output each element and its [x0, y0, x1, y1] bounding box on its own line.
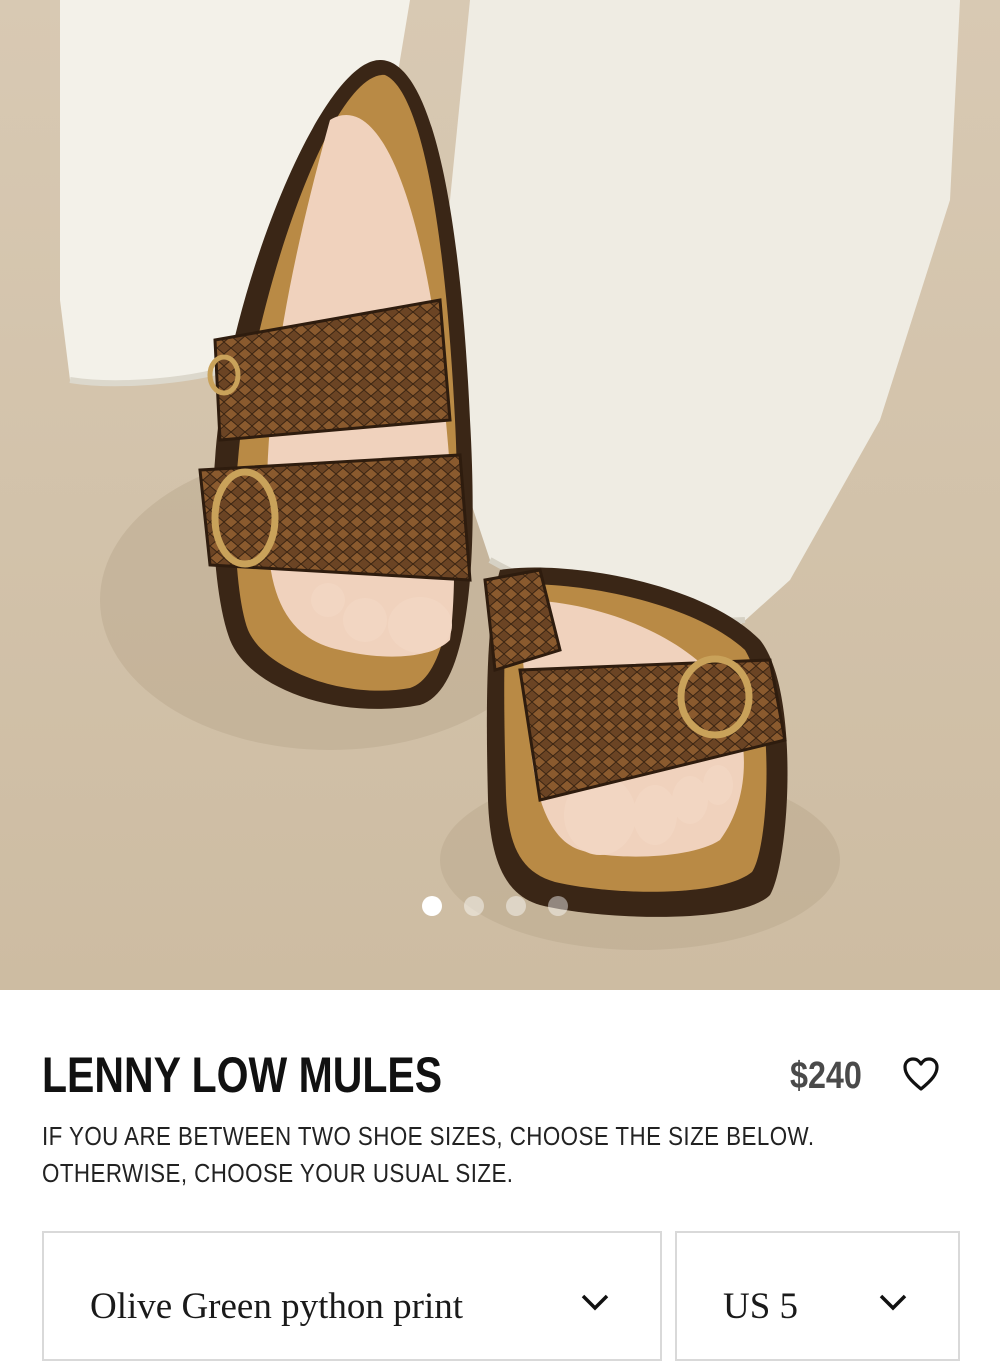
gallery-pagination: [422, 896, 568, 918]
size-guidance-note: IF YOU ARE BETWEEN TWO SHOE SIZES, CHOOS…: [42, 1121, 815, 1188]
color-select[interactable]: Olive Green python print: [42, 1231, 662, 1361]
color-select-value: Olive Green python print: [90, 1286, 463, 1327]
product-price: $240: [790, 1055, 862, 1097]
gallery-dot-4[interactable]: [548, 896, 568, 916]
heart-icon[interactable]: [902, 1056, 940, 1092]
gallery-dot-3[interactable]: [506, 896, 526, 916]
product-title: LENNY LOW MULES: [42, 1047, 443, 1103]
size-select-value: US 5: [723, 1286, 799, 1327]
chevron-down-icon: [581, 1294, 609, 1311]
size-select[interactable]: US 5: [675, 1231, 960, 1361]
product-image-gallery[interactable]: [0, 0, 1000, 990]
chevron-down-icon: [879, 1294, 907, 1311]
gallery-dot-2[interactable]: [464, 896, 484, 916]
gallery-dot-1[interactable]: [422, 896, 442, 916]
product-photo: [0, 0, 1000, 990]
